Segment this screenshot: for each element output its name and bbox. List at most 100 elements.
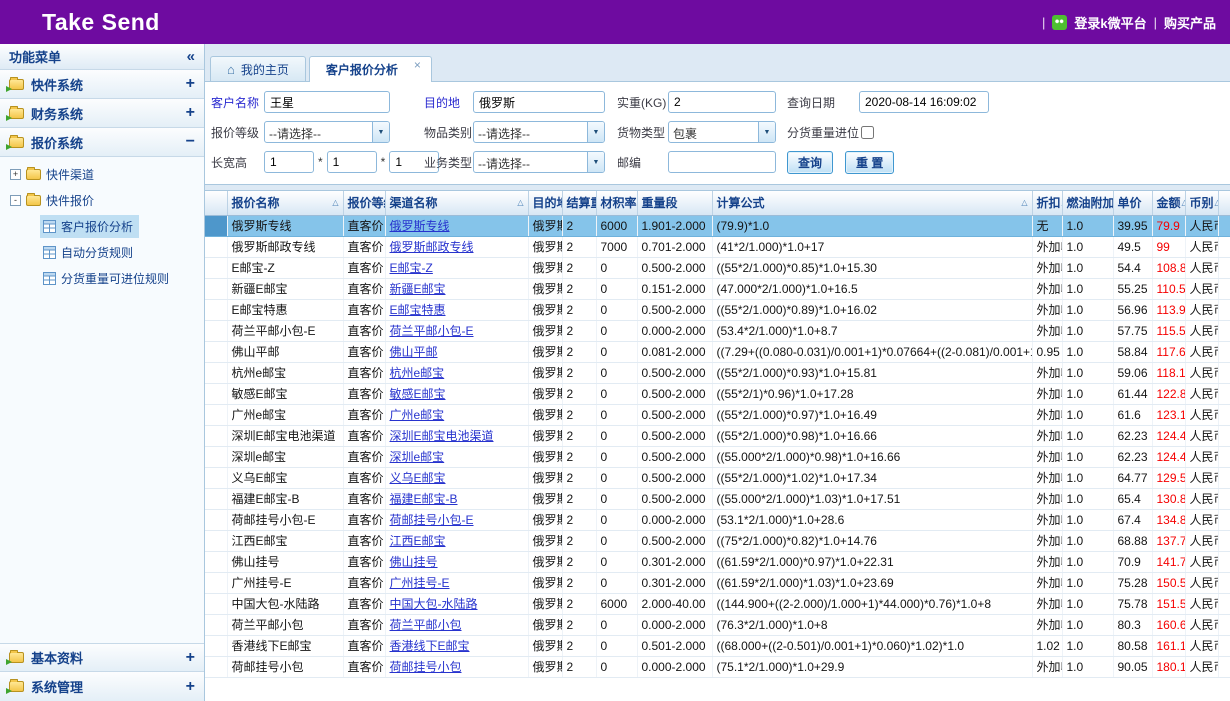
sidebar-section-basic-data[interactable]: 基本资料 +: [0, 643, 204, 672]
table-row[interactable]: 佛山挂号直客价佛山挂号俄罗斯200.301-2.000((61.59*2/1.0…: [205, 551, 1230, 572]
table-row[interactable]: 敏感E邮宝直客价敏感E邮宝俄罗斯200.500-2.000((55*2/1)*0…: [205, 383, 1230, 404]
column-header-channel-name[interactable]: 渠道名称△: [385, 191, 528, 215]
quote-level-select[interactable]: --请选择-- ▼: [264, 121, 390, 143]
tree-leaf-auto-split-rule[interactable]: 自动分货规则: [0, 239, 204, 265]
channel-link[interactable]: 敏感E邮宝: [390, 387, 446, 401]
dropdown-arrow-icon[interactable]: ▼: [758, 122, 775, 142]
table-row[interactable]: 深圳e邮宝直客价深圳e邮宝俄罗斯200.500-2.000((55.000*2/…: [205, 446, 1230, 467]
business-type-select[interactable]: --请选择-- ▼: [473, 151, 605, 173]
table-row[interactable]: 义乌E邮宝直客价义乌E邮宝俄罗斯200.500-2.000((55*2/1.00…: [205, 467, 1230, 488]
table-row[interactable]: 广州e邮宝直客价广州e邮宝俄罗斯200.500-2.000((55*2/1.00…: [205, 404, 1230, 425]
tab-customer-quote-analysis[interactable]: 客户报价分析 ×: [309, 56, 432, 82]
table-row[interactable]: 香港线下E邮宝直客价香港线下E邮宝俄罗斯200.501-2.000((68.00…: [205, 635, 1230, 656]
table-row[interactable]: 俄罗斯邮政专线直客价俄罗斯邮政专线俄罗斯270000.701-2.000(41*…: [205, 236, 1230, 257]
split-weight-carry-checkbox[interactable]: [861, 126, 874, 139]
column-header-discount[interactable]: 折扣△: [1032, 191, 1062, 215]
table-row[interactable]: 江西E邮宝直客价江西E邮宝俄罗斯200.500-2.000((75*2/1.00…: [205, 530, 1230, 551]
dropdown-arrow-icon[interactable]: ▼: [372, 122, 389, 142]
channel-link[interactable]: 俄罗斯邮政专线: [390, 240, 474, 254]
dropdown-arrow-icon[interactable]: ▼: [587, 152, 604, 172]
channel-link[interactable]: 荷邮挂号小包-E: [390, 513, 474, 527]
channel-link[interactable]: 俄罗斯专线: [390, 219, 450, 233]
expand-icon[interactable]: +: [186, 649, 195, 667]
actual-weight-input[interactable]: [668, 91, 776, 113]
table-row[interactable]: 深圳E邮宝电池渠道直客价深圳E邮宝电池渠道俄罗斯200.500-2.000((5…: [205, 425, 1230, 446]
table-row[interactable]: 广州挂号-E直客价广州挂号-E俄罗斯200.301-2.000((61.59*2…: [205, 572, 1230, 593]
channel-link[interactable]: 荷邮挂号小包: [390, 660, 462, 674]
table-row[interactable]: 新疆E邮宝直客价新疆E邮宝俄罗斯200.151-2.000(47.000*2/1…: [205, 278, 1230, 299]
column-header-currency[interactable]: 币别△: [1185, 191, 1218, 215]
column-header-amount[interactable]: 金额△: [1152, 191, 1185, 215]
channel-link[interactable]: 杭州e邮宝: [390, 366, 445, 380]
collapse-icon[interactable]: −: [186, 133, 195, 151]
column-header-fuel-surcharge[interactable]: 燃油附加费: [1062, 191, 1113, 215]
expand-icon[interactable]: +: [186, 678, 195, 696]
channel-link[interactable]: E邮宝特惠: [390, 303, 446, 317]
tree-leaf-customer-quote-analysis[interactable]: 客户报价分析: [0, 213, 204, 239]
channel-link[interactable]: 香港线下E邮宝: [390, 639, 470, 653]
table-row[interactable]: 福建E邮宝-B直客价福建E邮宝-B俄罗斯200.500-2.000((55.00…: [205, 488, 1230, 509]
column-header-formula[interactable]: 计算公式△: [712, 191, 1032, 215]
customer-name-input[interactable]: [264, 91, 390, 113]
table-row[interactable]: E邮宝特惠直客价E邮宝特惠俄罗斯200.500-2.000((55*2/1.00…: [205, 299, 1230, 320]
column-header-settle-weight[interactable]: 结算重量: [562, 191, 596, 215]
tree-leaf-split-weight-carry-rule[interactable]: 分货重量可进位规则: [0, 265, 204, 291]
table-row[interactable]: 俄罗斯专线直客价俄罗斯专线俄罗斯260001.901-2.000(79.9)*1…: [205, 215, 1230, 236]
channel-link[interactable]: 广州挂号-E: [390, 576, 450, 590]
item-category-select[interactable]: --请选择-- ▼: [473, 121, 605, 143]
table-row[interactable]: 荷兰平邮小包直客价荷兰平邮小包俄罗斯200.000-2.000(76.3*2/1…: [205, 614, 1230, 635]
channel-link[interactable]: 深圳E邮宝电池渠道: [390, 429, 494, 443]
table-row[interactable]: 荷邮挂号小包-E直客价荷邮挂号小包-E俄罗斯200.000-2.000(53.1…: [205, 509, 1230, 530]
close-tab-icon[interactable]: ×: [414, 58, 421, 72]
tree-collapse-icon[interactable]: -: [10, 195, 21, 206]
sidebar-section-system-admin[interactable]: 系统管理 +: [0, 672, 204, 701]
column-header-destination[interactable]: 目的地: [528, 191, 562, 215]
query-date-input[interactable]: [859, 91, 989, 113]
search-button[interactable]: 查询: [787, 151, 833, 174]
channel-link[interactable]: 佛山平邮: [390, 345, 438, 359]
collapse-sidebar-icon[interactable]: «: [187, 48, 195, 65]
channel-link[interactable]: 荷兰平邮小包-E: [390, 324, 474, 338]
sidebar-section-quote-system[interactable]: 报价系统 −: [0, 128, 204, 157]
channel-link[interactable]: 新疆E邮宝: [390, 282, 446, 296]
table-row[interactable]: 中国大包-水陆路直客价中国大包-水陆路俄罗斯260002.000-40.00((…: [205, 593, 1230, 614]
cell-quote-level: 直客价: [343, 593, 385, 614]
expand-icon[interactable]: +: [186, 104, 195, 122]
table-row[interactable]: 杭州e邮宝直客价杭州e邮宝俄罗斯200.500-2.000((55*2/1.00…: [205, 362, 1230, 383]
channel-link[interactable]: 深圳e邮宝: [390, 450, 445, 464]
table-row[interactable]: 荷邮挂号小包直客价荷邮挂号小包俄罗斯200.000-2.000(75.1*2/1…: [205, 656, 1230, 677]
table-row[interactable]: E邮宝-Z直客价E邮宝-Z俄罗斯200.500-2.000((55*2/1.00…: [205, 257, 1230, 278]
cell-amount: 110.5: [1152, 278, 1185, 299]
sidebar-section-express-system[interactable]: 快件系统 +: [0, 70, 204, 99]
channel-link[interactable]: 江西E邮宝: [390, 534, 446, 548]
tree-node-express-quote[interactable]: - 快件报价: [0, 187, 204, 213]
channel-link[interactable]: 佛山挂号: [390, 555, 438, 569]
buy-product-link[interactable]: 购买产品: [1164, 13, 1216, 32]
tree-expand-icon[interactable]: +: [10, 169, 21, 180]
table-row[interactable]: 佛山平邮直客价佛山平邮俄罗斯200.081-2.000((7.29+((0.08…: [205, 341, 1230, 362]
channel-link[interactable]: 福建E邮宝-B: [390, 492, 458, 506]
width-input[interactable]: [327, 151, 377, 173]
channel-link[interactable]: 广州e邮宝: [390, 408, 445, 422]
column-header-unit-price[interactable]: 单价: [1113, 191, 1152, 215]
dropdown-arrow-icon[interactable]: ▼: [587, 122, 604, 142]
channel-link[interactable]: 荷兰平邮小包: [390, 618, 462, 632]
expand-icon[interactable]: +: [186, 75, 195, 93]
postcode-input[interactable]: [668, 151, 776, 173]
column-header-quote-level[interactable]: 报价等级: [343, 191, 385, 215]
channel-link[interactable]: 中国大包-水陆路: [390, 597, 478, 611]
login-kwei-link[interactable]: 登录k微平台: [1074, 13, 1146, 32]
column-header-volume-ratio[interactable]: 材积率: [596, 191, 637, 215]
column-header-quote-name[interactable]: 报价名称△: [227, 191, 343, 215]
destination-input[interactable]: [473, 91, 605, 113]
length-input[interactable]: [264, 151, 314, 173]
tab-my-homepage[interactable]: ⌂ 我的主页: [210, 56, 306, 81]
channel-link[interactable]: 义乌E邮宝: [390, 471, 446, 485]
tree-node-express-channel[interactable]: + 快件渠道: [0, 161, 204, 187]
sidebar-section-finance-system[interactable]: 财务系统 +: [0, 99, 204, 128]
column-header-weight-range[interactable]: 重量段: [637, 191, 712, 215]
reset-button[interactable]: 重 置: [845, 151, 894, 174]
channel-link[interactable]: E邮宝-Z: [390, 261, 433, 275]
table-row[interactable]: 荷兰平邮小包-E直客价荷兰平邮小包-E俄罗斯200.000-2.000(53.4…: [205, 320, 1230, 341]
cargo-type-select[interactable]: 包裹 ▼: [668, 121, 776, 143]
